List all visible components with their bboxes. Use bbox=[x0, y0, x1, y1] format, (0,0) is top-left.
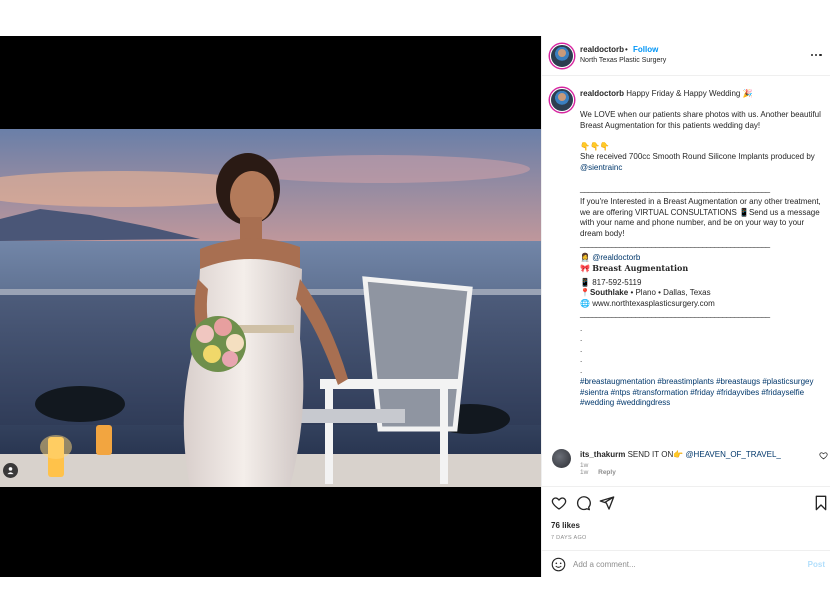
caption-hashtags[interactable]: #breastaugmentation #breastimplants #bre… bbox=[580, 377, 825, 409]
contact-service: Breast Augmentation bbox=[592, 263, 689, 273]
post-comment-button[interactable]: Post bbox=[808, 560, 825, 569]
phone-emoji-icon: 📱 bbox=[580, 277, 590, 287]
comment-body: SEND IT ON👉 bbox=[627, 450, 684, 459]
comment-input[interactable] bbox=[573, 557, 793, 572]
post-side-panel: realdoctorb • Follow North Texas Plastic… bbox=[541, 36, 830, 577]
mention-link[interactable]: @sientrainc bbox=[580, 163, 622, 172]
contact-location-bold: Southlake bbox=[589, 288, 629, 297]
like-heart-icon[interactable] bbox=[551, 495, 567, 511]
post-header: realdoctorb • Follow North Texas Plastic… bbox=[542, 36, 830, 76]
share-paper-plane-icon[interactable] bbox=[599, 495, 615, 511]
author-avatar[interactable] bbox=[550, 44, 574, 68]
globe-emoji-icon: 🌐 bbox=[580, 298, 590, 308]
save-bookmark-icon[interactable] bbox=[814, 495, 828, 511]
caption-author-avatar[interactable] bbox=[550, 88, 574, 112]
bow-emoji-icon: 🎀 bbox=[580, 264, 590, 273]
divider-line: ________________________________________… bbox=[580, 309, 770, 318]
dot-line: . bbox=[580, 365, 583, 375]
likes-count[interactable]: 76 likes bbox=[551, 521, 580, 530]
comment-text: its_thakurm SEND IT ON👉 @HEAVEN_OF_TRAVE… bbox=[580, 450, 781, 459]
more-options-icon[interactable] bbox=[811, 50, 825, 60]
divider-line: ________________________________________… bbox=[580, 239, 770, 248]
caption-paragraph-2: She received 700cc Smooth Round Silicone… bbox=[580, 152, 815, 161]
commenter-avatar[interactable] bbox=[552, 449, 571, 468]
header-separator: • bbox=[625, 45, 628, 54]
comment-mention-link[interactable]: @HEAVEN_OF_TRAVEL_ bbox=[685, 450, 780, 459]
post-age[interactable]: 7 DAYS AGO bbox=[551, 535, 587, 541]
contact-website: www.northtexasplasticsurgery.com bbox=[592, 298, 715, 308]
post-location[interactable]: North Texas Plastic Surgery bbox=[580, 57, 666, 64]
add-comment-bar: Post bbox=[542, 550, 830, 577]
caption-headline: Happy Friday & Happy Wedding 🎉 bbox=[626, 89, 753, 98]
dot-line: . bbox=[580, 344, 583, 354]
divider-line: ________________________________________… bbox=[580, 183, 770, 193]
emoji-icon[interactable] bbox=[551, 557, 566, 572]
caption-text: realdoctorb Happy Friday & Happy Wedding… bbox=[580, 89, 825, 409]
reply-button[interactable]: Reply bbox=[598, 469, 616, 476]
comment-bubble-icon[interactable] bbox=[575, 495, 591, 511]
contact-location-rest: • Plano • Dallas, Texas bbox=[630, 288, 711, 297]
comment-like-heart-icon[interactable] bbox=[819, 451, 828, 460]
comment-meta: 1w Reply bbox=[580, 469, 616, 476]
caption-paragraph-1: We LOVE when our patients share photos w… bbox=[580, 110, 821, 130]
wedding-photo bbox=[0, 129, 541, 487]
caption-emojis: 👇👇👇 bbox=[580, 141, 610, 151]
caption-paragraph-3: If you're Interested in a Breast Augment… bbox=[580, 197, 821, 238]
dot-line: . bbox=[580, 355, 583, 364]
commenter-username[interactable]: its_thakurm bbox=[580, 450, 625, 459]
post-photo[interactable] bbox=[0, 129, 541, 487]
contact-handle-link[interactable]: @realdoctorb bbox=[592, 253, 640, 262]
follow-button[interactable]: Follow bbox=[633, 45, 658, 54]
pin-emoji-icon: 📍 bbox=[580, 288, 590, 297]
contact-phone: 817-592-5119 bbox=[592, 277, 642, 287]
caption-area: realdoctorb Happy Friday & Happy Wedding… bbox=[542, 76, 830, 481]
dot-line: . bbox=[580, 334, 583, 343]
caption-username[interactable]: realdoctorb bbox=[580, 89, 624, 98]
dot-line: . bbox=[580, 323, 583, 333]
comment-timestamp[interactable]: 1w bbox=[580, 469, 588, 476]
author-username[interactable]: realdoctorb bbox=[580, 45, 624, 54]
person-emoji-icon: 👩‍⚕️ bbox=[580, 252, 590, 262]
tagged-user-icon[interactable] bbox=[3, 463, 18, 478]
comment-item: its_thakurm SEND IT ON👉 @HEAVEN_OF_TRAVE… bbox=[542, 442, 830, 482]
post-media[interactable] bbox=[0, 36, 541, 577]
